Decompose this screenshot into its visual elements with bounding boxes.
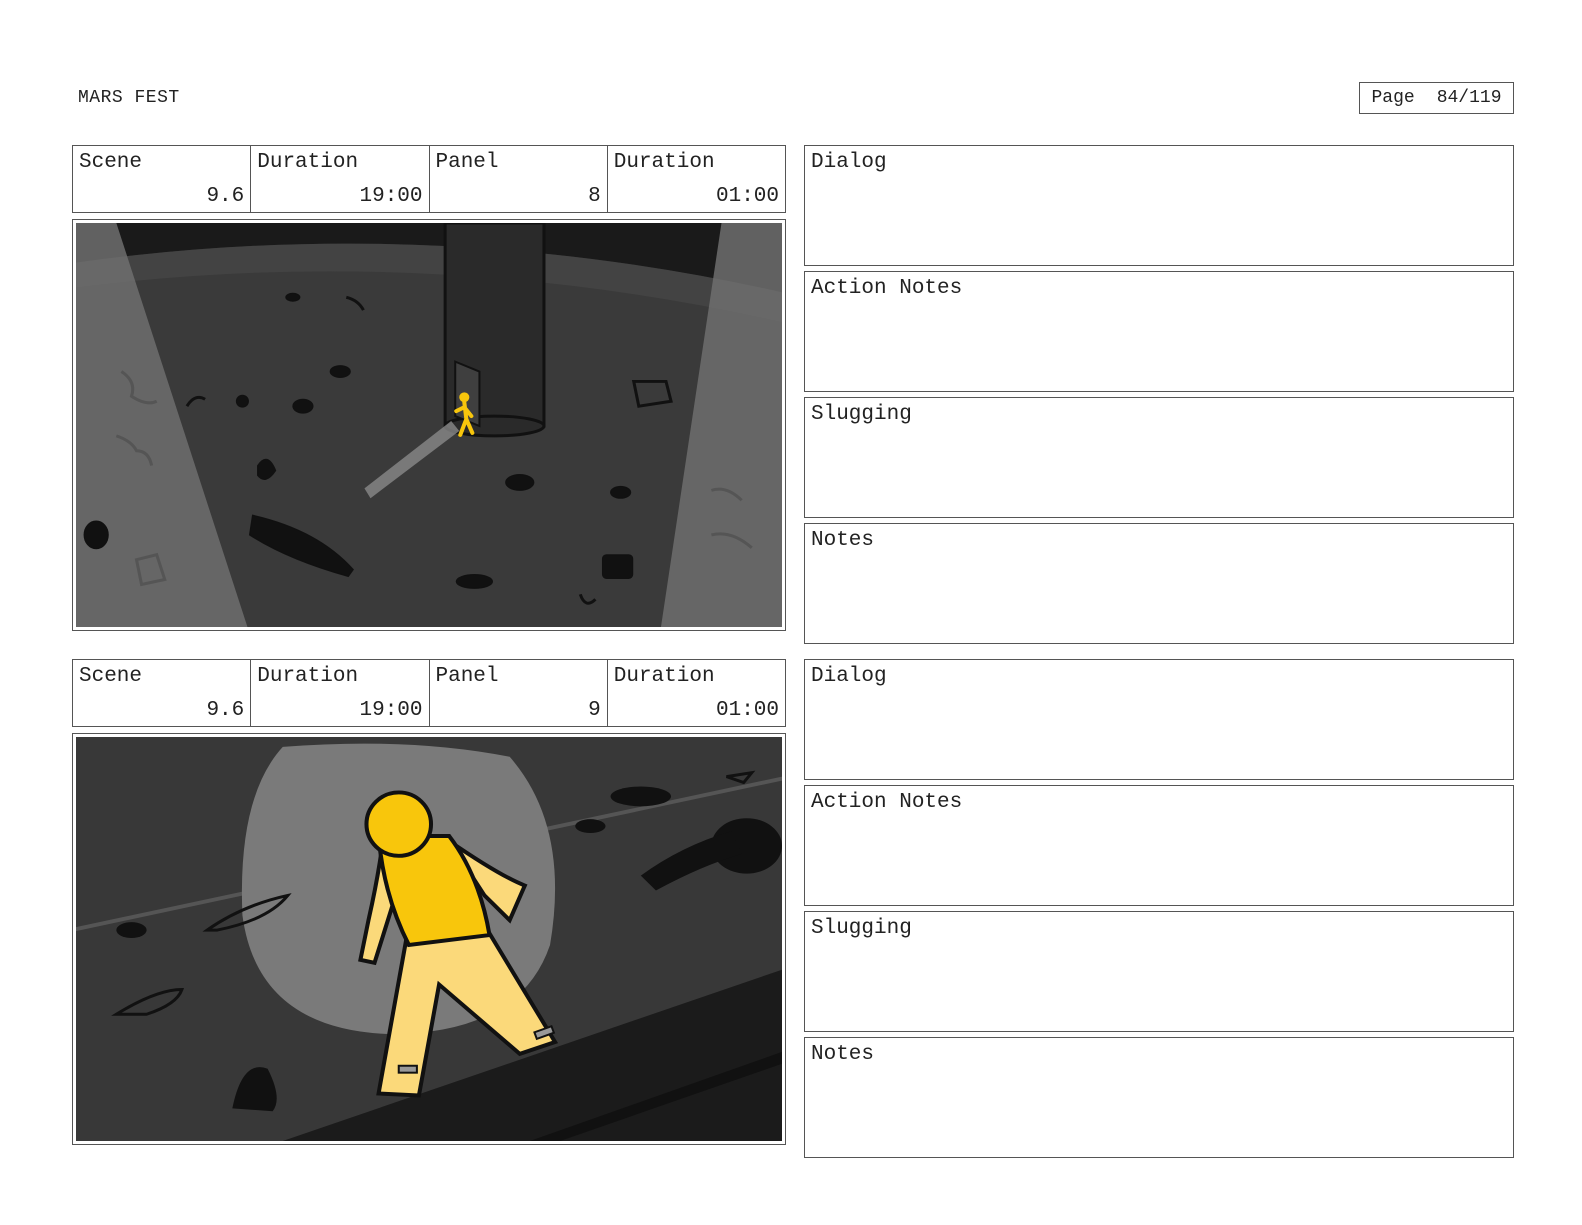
notes-box[interactable]: Notes (804, 1037, 1514, 1158)
notes-column-9: Dialog Action Notes Slugging Notes (804, 659, 1514, 1163)
panel-duration-cell: Duration 01:00 (608, 146, 785, 212)
page-indicator: Page 84/119 (1359, 82, 1514, 114)
notes-box[interactable]: Notes (804, 523, 1514, 644)
action-notes-label: Action Notes (811, 791, 963, 814)
storyboard-frame (72, 733, 786, 1145)
slugging-label: Slugging (811, 403, 912, 426)
panel-block-8: Scene 9.6 Duration 19:00 Panel 8 Duratio… (72, 145, 786, 631)
notes-column-8: Dialog Action Notes Slugging Notes (804, 145, 1514, 649)
page-number: 84/119 (1436, 88, 1502, 108)
action-notes-box[interactable]: Action Notes (804, 785, 1514, 906)
dialog-box[interactable]: Dialog (804, 659, 1514, 780)
duration-label: Duration (257, 151, 359, 174)
scene-duration-value: 19:00 (359, 185, 423, 208)
dialog-box[interactable]: Dialog (804, 145, 1514, 266)
panel-duration-cell: Duration 01:00 (608, 660, 785, 726)
slugging-box[interactable]: Slugging (804, 397, 1514, 518)
notes-label: Notes (811, 529, 875, 552)
dialog-label: Dialog (811, 665, 887, 688)
storyboard-image-closeup-figure (76, 737, 782, 1141)
storyboard-image-overhead-crowd (76, 223, 782, 627)
panel-value: 8 (588, 185, 601, 208)
scene-value: 9.6 (206, 185, 245, 208)
scene-duration-cell: Duration 19:00 (251, 660, 430, 726)
panel-duration-value: 01:00 (715, 185, 779, 208)
scene-value: 9.6 (206, 699, 245, 722)
slugging-box[interactable]: Slugging (804, 911, 1514, 1032)
panel-value: 9 (588, 699, 601, 722)
panel-block-9: Scene 9.6 Duration 19:00 Panel 9 Duratio… (72, 659, 786, 1145)
page-label: Page (1371, 88, 1415, 108)
scene-label: Scene (79, 665, 143, 688)
project-title: MARS FEST (78, 88, 180, 108)
action-notes-label: Action Notes (811, 277, 963, 300)
scene-cell: Scene 9.6 (73, 146, 252, 212)
duration-label: Duration (613, 151, 715, 174)
storyboard-frame (72, 219, 786, 631)
scene-duration-cell: Duration 19:00 (251, 146, 430, 212)
panel-cell: Panel 9 (430, 660, 608, 726)
scene-cell: Scene 9.6 (73, 660, 252, 726)
slugging-label: Slugging (811, 917, 912, 940)
panel-duration-value: 01:00 (715, 699, 779, 722)
duration-label: Duration (613, 665, 715, 688)
panel-meta-row: Scene 9.6 Duration 19:00 Panel 8 Duratio… (72, 145, 786, 213)
scene-label: Scene (79, 151, 143, 174)
action-notes-box[interactable]: Action Notes (804, 271, 1514, 392)
duration-label: Duration (257, 665, 359, 688)
panel-meta-row: Scene 9.6 Duration 19:00 Panel 9 Duratio… (72, 659, 786, 727)
dialog-label: Dialog (811, 151, 887, 174)
scene-duration-value: 19:00 (359, 699, 423, 722)
panel-cell: Panel 8 (430, 146, 608, 212)
panel-label: Panel (435, 151, 499, 174)
panel-label: Panel (435, 665, 499, 688)
notes-label: Notes (811, 1043, 875, 1066)
